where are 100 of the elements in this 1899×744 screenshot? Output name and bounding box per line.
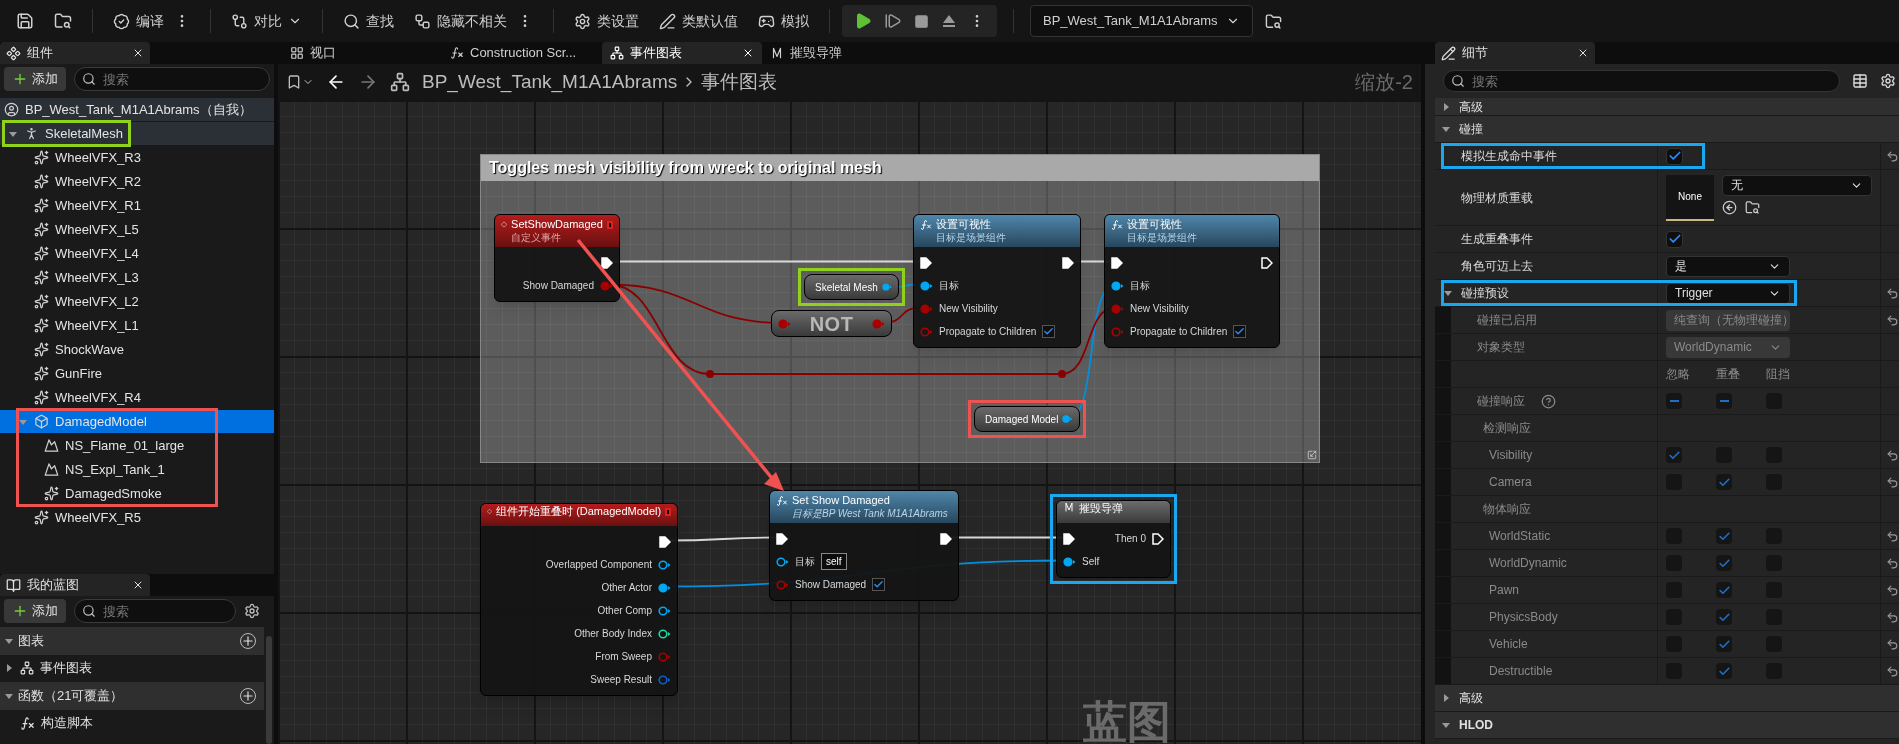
pin-checkbox[interactable] [872,578,886,591]
toolbar-button[interactable]: 查找 [335,5,402,37]
exec-pin-icon[interactable] [659,535,671,548]
close-icon[interactable] [742,47,754,59]
data-pin-icon[interactable] [658,605,671,616]
toolbar-button[interactable]: 隐藏不相关 [406,5,541,37]
asset-thumbnail[interactable]: None [1666,174,1714,221]
section-header[interactable]: 高级 [1435,685,1899,712]
editor-tab[interactable]: Construction Scr... [442,42,602,64]
data-pin-icon[interactable] [600,280,613,291]
toolbar-button[interactable]: 对比 [223,5,310,37]
function-node[interactable]: Set Show Damaged 目标是BP West Tank M1A1Abrams 目标 self Show Damaged [769,490,959,601]
play-icon[interactable] [854,12,872,30]
exec-pin-icon[interactable] [1261,256,1273,269]
pin-checkbox[interactable] [1042,325,1056,338]
tree-item[interactable]: DamagedModel [0,410,274,433]
dropdown[interactable]: 无 [1722,174,1872,196]
variable-node[interactable]: Skeletal Mesh [804,274,899,300]
exec-pin-icon[interactable] [1111,256,1123,269]
data-pin-icon[interactable] [658,559,671,570]
data-pin-icon[interactable] [776,556,789,567]
toolbar-button[interactable]: 类默认值 [651,5,746,37]
section-header[interactable]: HLOD [1435,712,1899,739]
search-field[interactable]: 搜索 [74,599,236,623]
dropdown[interactable]: 是 [1666,255,1790,277]
exec-pin-icon[interactable] [920,256,932,269]
dropdown[interactable]: Trigger [1666,282,1790,304]
browse-icon[interactable] [1745,199,1760,215]
editor-tab[interactable]: 摧毁导弹 [762,42,922,64]
checkbox[interactable] [1666,147,1683,165]
function-node[interactable]: 设置可视性 目标是场景组件 目标 New Visibility Propagate to Children [1104,214,1280,348]
add-icon[interactable] [240,688,256,704]
delegate-pin-icon[interactable] [665,508,671,516]
property-label: 检测响应 [1483,420,1531,437]
add-button[interactable]: 添加 [4,599,66,623]
panel-tab[interactable]: 我的蓝图 [0,574,150,596]
macro-node[interactable]: 摧毁导弹 Then 0 Self [1056,500,1171,578]
blueprint-item[interactable]: 事件图表 [0,655,264,681]
panel-tab[interactable]: 组件 [0,42,150,64]
tree-item[interactable]: SkeletalMesh [0,122,274,145]
pin-label: Other Actor [601,581,652,595]
data-pin-icon[interactable] [920,280,933,291]
checkbox[interactable] [1666,230,1683,248]
stop-icon[interactable] [914,13,929,29]
section-header[interactable]: 函数（21可覆盖） [0,682,264,710]
add-icon[interactable] [240,633,256,649]
data-pin-icon[interactable] [1063,556,1076,567]
section-header[interactable]: 图表 [0,627,264,655]
exec-pin-icon[interactable] [776,532,788,545]
editor-tab[interactable]: 事件图表 [602,42,762,64]
eject-icon[interactable] [941,13,957,29]
blueprint-item[interactable]: 构造脚本 [0,710,264,736]
data-pin-icon[interactable] [1111,280,1124,291]
section-header[interactable]: 碰撞 [1435,116,1899,143]
collapse-triangle-icon[interactable] [1443,288,1453,298]
data-pin-icon[interactable] [658,628,671,639]
exec-pin-icon[interactable] [1063,532,1075,545]
function-node[interactable]: 设置可视性 目标是场景组件 目标 New Visibility Propagate to Children [913,214,1081,348]
toolbar-button[interactable]: 类设置 [566,5,647,37]
exec-pin-icon[interactable] [1062,256,1074,269]
delegate-pin-icon[interactable] [606,221,613,229]
use-selected-icon[interactable] [1722,199,1737,215]
pin-checkbox[interactable] [1233,325,1247,338]
close-icon[interactable] [132,47,144,59]
pin-value-field[interactable]: self [821,553,847,570]
reset-icon[interactable] [1886,286,1899,300]
step-icon[interactable] [884,12,902,30]
browse-icon[interactable] [54,12,72,30]
event-node[interactable]: 组件开始重叠时 (DamagedModel) Overlapped Component Other Actor Other Comp Other Body Index From Sweep Sweep Result [480,503,678,696]
expand-triangle-icon[interactable] [4,663,14,673]
exec-pin-icon[interactable] [940,532,952,545]
resize-grip-icon[interactable] [1307,450,1317,460]
search-field[interactable]: 搜索 [74,67,270,91]
add-button[interactable]: 添加 [4,67,66,91]
node-subtitle: 目标是场景组件 [936,231,1007,245]
browse-icon[interactable] [1264,12,1282,30]
close-icon[interactable] [1577,47,1589,59]
panel-tab[interactable]: 细节 [1435,42,1595,64]
save-icon[interactable] [16,12,34,30]
table-view-icon[interactable] [1852,73,1868,89]
close-icon[interactable] [132,579,144,591]
variable-node[interactable]: Damaged Model [974,406,1080,432]
bookmark-menu[interactable] [286,74,314,90]
blueprint-selector[interactable]: BP_West_Tank_M1A1Abrams [1030,5,1253,37]
tree-item[interactable]: BP_West_Tank_M1A1Abrams（自我） [0,98,274,121]
search-field[interactable]: 搜索 [1443,70,1840,92]
settings-icon[interactable] [1880,73,1896,89]
toolbar-button[interactable]: 模拟 [750,5,817,37]
breadcrumb-link[interactable]: BP_West_Tank_M1A1Abrams [422,67,678,97]
graph-canvas[interactable] [278,100,1421,744]
editor-tab[interactable]: 视口 [282,42,442,64]
exec-pin-icon[interactable] [1152,532,1164,545]
settings-icon[interactable] [244,603,260,619]
data-pin-icon[interactable] [658,582,671,593]
section-header[interactable]: 高级 [1435,98,1899,116]
scrollbar[interactable] [266,636,272,744]
event-node[interactable]: SetShowDamaged 自定义事件 Show Damaged [494,214,620,302]
reset-icon[interactable] [1886,149,1899,163]
toolbar-button[interactable]: 编译 [105,5,198,37]
exec-pin-icon[interactable] [601,256,613,269]
